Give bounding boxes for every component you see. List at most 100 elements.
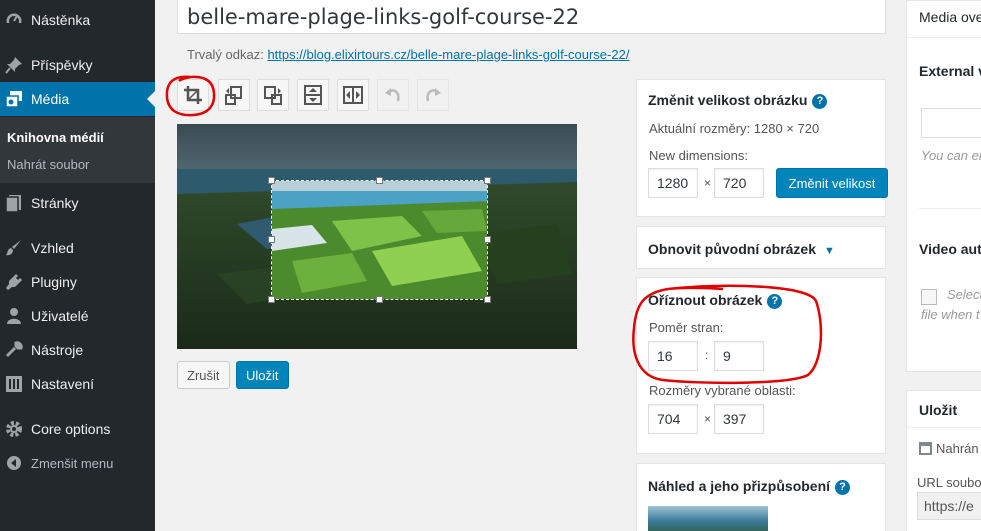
calendar-icon: [919, 442, 932, 455]
crop-handle-w[interactable]: [268, 236, 275, 243]
cancel-button[interactable]: Zrušit: [177, 361, 230, 389]
selection-height-input[interactable]: 397: [714, 404, 764, 434]
menu-item-label: Core options: [31, 421, 111, 437]
restore-original-panel[interactable]: Obnovit původní obrázek ▼: [636, 226, 886, 269]
menu-item-tools[interactable]: Nástroje: [0, 333, 155, 367]
media-overview-title: Media ove: [919, 9, 981, 25]
crop-handle-nw[interactable]: [268, 177, 275, 184]
crop-button[interactable]: [177, 79, 209, 111]
video-auto-label: Video auto: [919, 241, 981, 257]
image-crop-area[interactable]: [177, 124, 577, 349]
scale-image-panel: Změnit velikost obrázku? Aktuální rozměr…: [636, 79, 888, 217]
menu-item-plugins[interactable]: Pluginy: [0, 265, 155, 299]
help-icon[interactable]: ?: [835, 479, 851, 495]
scale-width-input[interactable]: 1280: [648, 168, 698, 198]
admin-sidebar: Nástěnka Příspěvky Média Knihovna médií …: [0, 0, 155, 531]
times-separator: ×: [704, 176, 712, 190]
appearance-icon: [4, 238, 24, 258]
menu-item-appearance[interactable]: Vzhled: [0, 231, 155, 265]
media-overview-box: Media ove External v You can en Video au…: [906, 0, 981, 372]
permalink-label: Trvalý odkaz:: [187, 47, 264, 62]
video-auto-checkbox[interactable]: [921, 289, 937, 305]
file-when-text: file when t: [921, 307, 980, 322]
help-icon[interactable]: ?: [812, 93, 828, 109]
url-label: URL soubor: [917, 475, 981, 490]
rotate-right-icon: [264, 86, 282, 105]
external-input[interactable]: [921, 108, 981, 138]
menu-item-pages[interactable]: Stránky: [0, 186, 155, 220]
crop-handle-se[interactable]: [484, 296, 491, 303]
dropdown-arrow-icon: ▼: [824, 245, 835, 257]
settings-icon: [4, 374, 24, 394]
undo-button[interactable]: [377, 79, 409, 111]
colon-separator: :: [705, 348, 709, 362]
external-hint: You can en: [921, 148, 981, 163]
scale-height-input[interactable]: 720: [714, 168, 764, 198]
submenu-media-library[interactable]: Knihovna médií: [7, 130, 104, 145]
submenu-upload-file[interactable]: Nahrát soubor: [7, 157, 89, 172]
crop-handle-n[interactable]: [376, 177, 383, 184]
menu-item-label: Pluginy: [31, 274, 77, 290]
scale-button[interactable]: Změnit velikost: [776, 168, 888, 198]
rotate-left-button[interactable]: [218, 79, 250, 111]
pages-icon: [4, 193, 24, 213]
redo-button[interactable]: [417, 79, 449, 111]
help-icon[interactable]: ?: [767, 293, 783, 309]
select-text: Select: [947, 287, 981, 302]
menu-item-posts[interactable]: Příspěvky: [0, 48, 155, 82]
crop-handle-sw[interactable]: [268, 296, 275, 303]
menu-item-core-options[interactable]: Core options: [0, 412, 155, 446]
media-title-input[interactable]: belle-mare-plage-links-golf-course-22: [177, 0, 886, 34]
dashboard-icon: [4, 10, 24, 30]
thumb-title-text: Náhled a jeho přizpůsobení: [648, 478, 831, 494]
menu-item-dashboard[interactable]: Nástěnka: [0, 3, 155, 37]
current-dimensions: Aktuální rozměry: 1280 × 720: [649, 121, 820, 136]
crop-handle-ne[interactable]: [484, 177, 491, 184]
permalink-link[interactable]: https://blog.elixirtours.cz/belle-mare-p…: [267, 47, 629, 62]
rotate-right-button[interactable]: [257, 79, 289, 111]
permalink: Trvalý odkaz: https://blog.elixirtours.c…: [187, 47, 629, 62]
collapse-icon: [4, 453, 24, 473]
redo-icon: [426, 88, 441, 102]
selection-label: Rozměry vybrané oblasti:: [649, 383, 796, 398]
flip-vertical-button[interactable]: [297, 79, 329, 111]
save-crop-button[interactable]: Uložit: [236, 361, 289, 389]
menu-item-media[interactable]: Média: [0, 82, 155, 116]
times-separator: ×: [704, 412, 712, 426]
gear-icon: [4, 419, 24, 439]
restore-title-text: Obnovit původní obrázek: [648, 241, 817, 257]
new-dimensions-label: New dimensions:: [649, 148, 748, 163]
save-box-title: Uložit: [919, 402, 958, 418]
aspect-ratio-width-input[interactable]: 16: [648, 341, 698, 371]
users-icon: [4, 306, 24, 326]
thumbnail-settings-panel: Náhled a jeho přizpůsobení?: [636, 463, 886, 531]
panel-title: Změnit velikost obrázku?: [648, 92, 828, 109]
divider: [907, 37, 981, 38]
external-label: External v: [919, 63, 981, 79]
divider: [919, 208, 981, 209]
scale-title-text: Změnit velikost obrázku: [648, 92, 808, 108]
aspect-ratio-height-input[interactable]: 9: [714, 341, 764, 371]
menu-collapse[interactable]: Zmenšit menu: [0, 446, 155, 480]
menu-item-label: Uživatelé: [31, 308, 89, 324]
panel-title: Obnovit původní obrázek ▼: [648, 241, 835, 257]
selection-width-input[interactable]: 704: [648, 404, 698, 434]
crop-handle-e[interactable]: [484, 236, 491, 243]
menu-item-users[interactable]: Uživatelé: [0, 299, 155, 333]
uploaded-text: Nahrán: [936, 441, 979, 456]
menu-item-label: Příspěvky: [31, 57, 93, 73]
menu-item-settings[interactable]: Nastavení: [0, 367, 155, 401]
divider: [907, 427, 981, 428]
file-url-input[interactable]: https://e: [917, 492, 981, 520]
crop-handle-s[interactable]: [376, 296, 383, 303]
menu-item-label: Nástěnka: [31, 12, 91, 28]
menu-item-label: Média: [31, 91, 70, 107]
uploaded-row: Nahrán: [919, 441, 979, 456]
save-box: Uložit Nahrán URL soubor https://e: [906, 390, 981, 531]
crop-icon: [184, 86, 202, 104]
plugins-icon: [4, 272, 24, 292]
flip-horizontal-button[interactable]: [337, 79, 369, 111]
panel-title: Náhled a jeho přizpůsobení?: [648, 478, 851, 495]
crop-selection[interactable]: [271, 180, 488, 300]
media-submenu: Knihovna médií Nahrát soubor: [0, 117, 155, 183]
